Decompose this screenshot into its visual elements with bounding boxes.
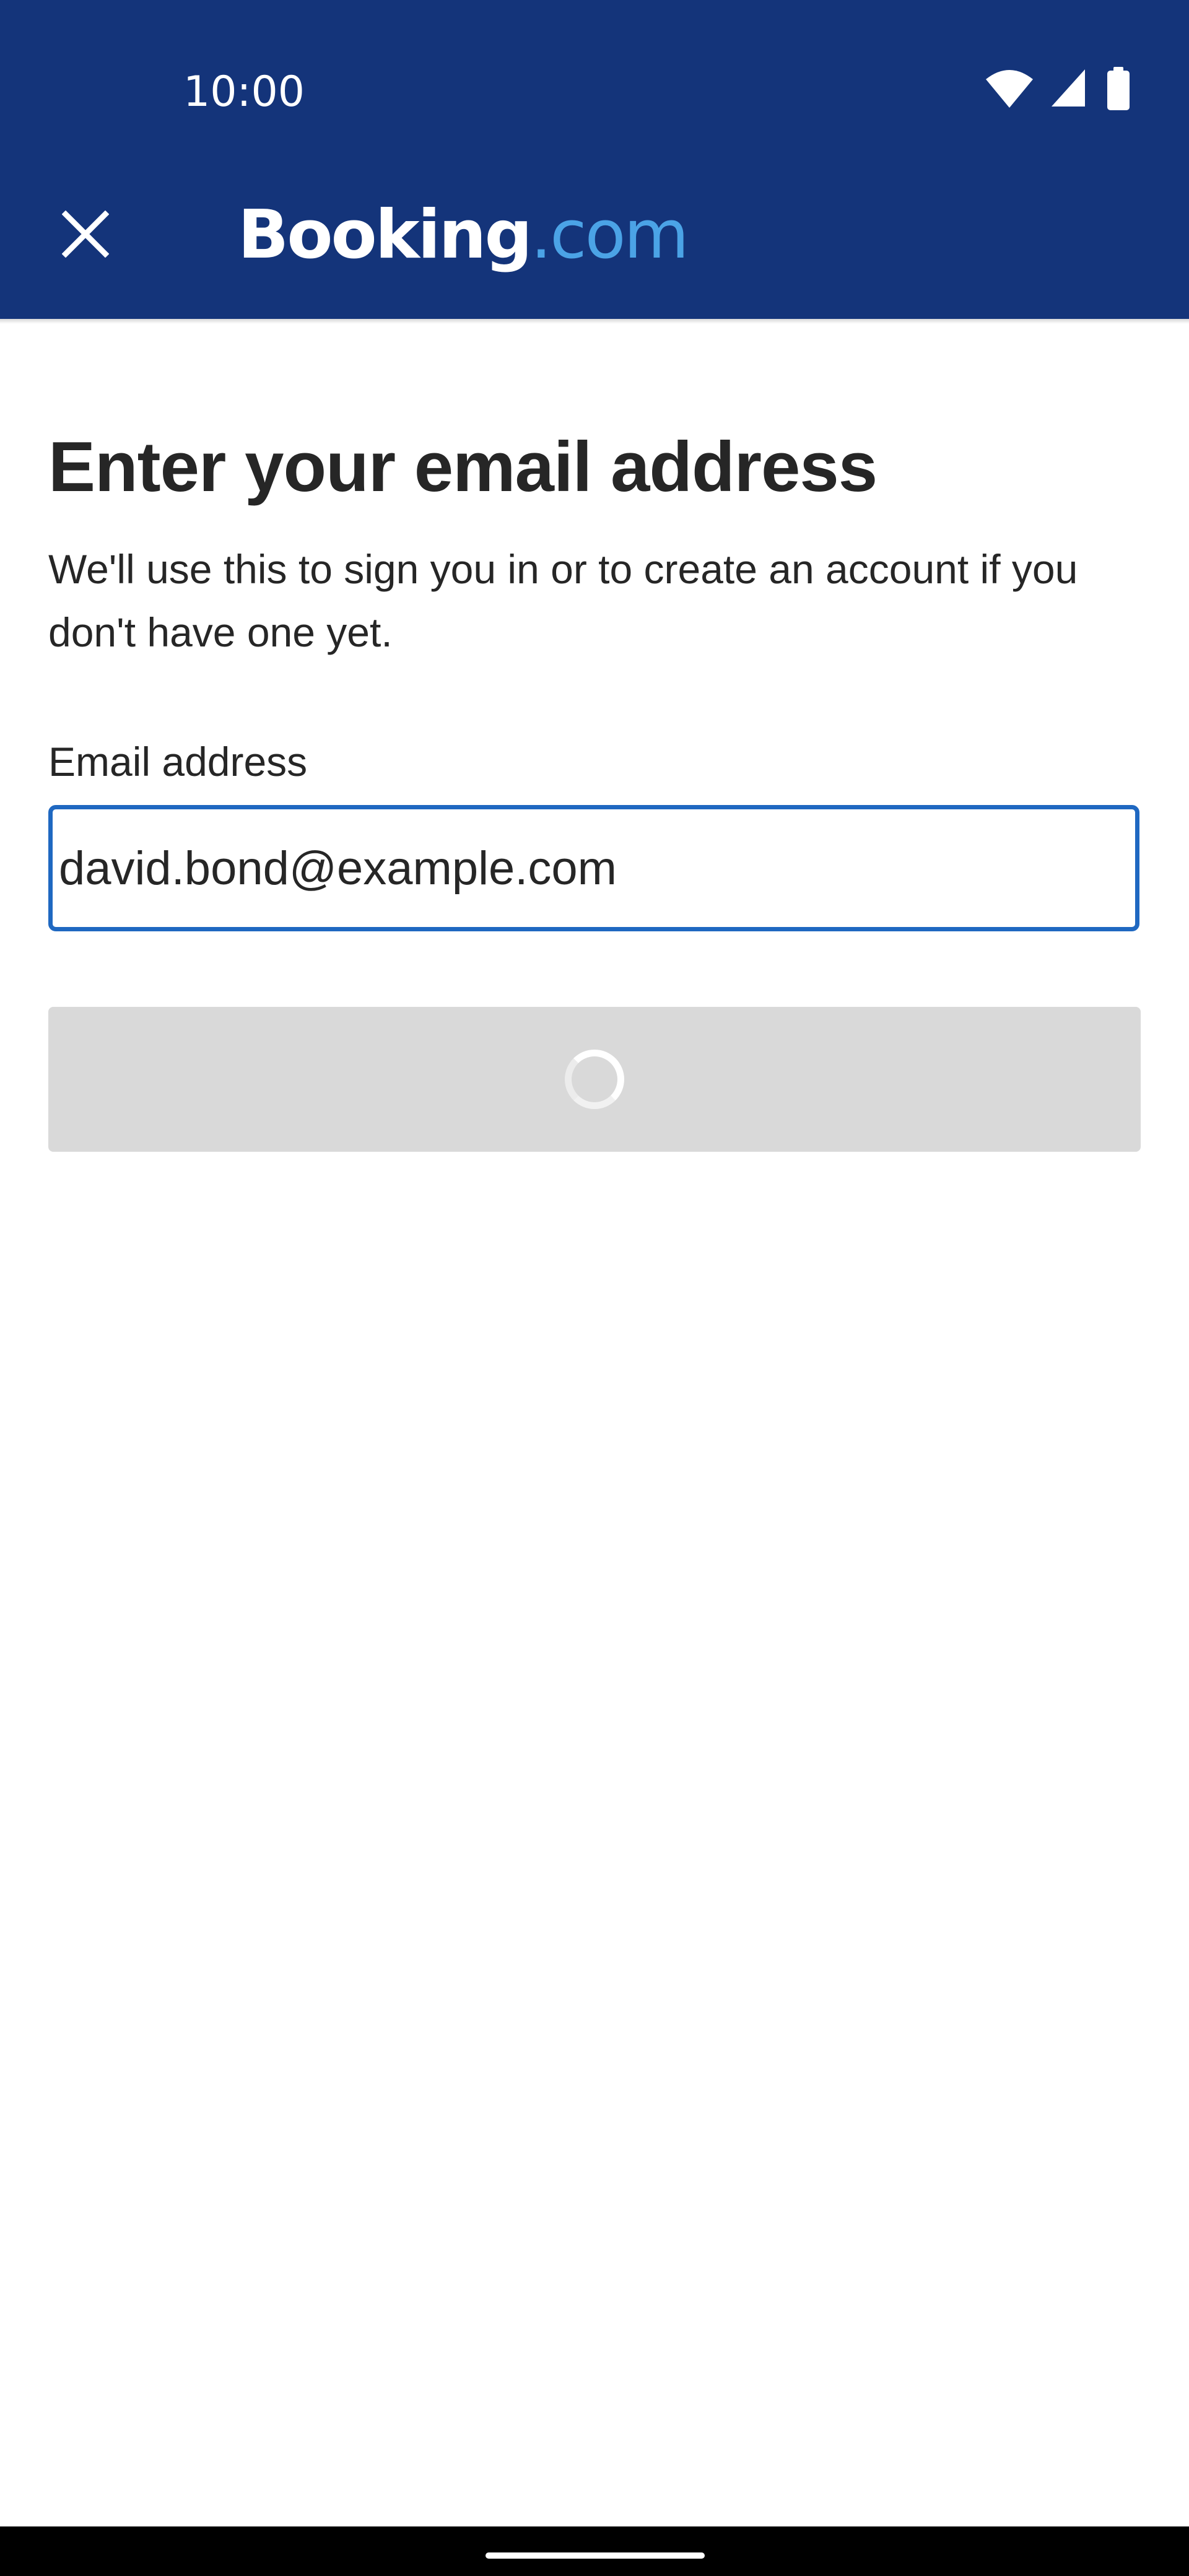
battery-icon <box>1107 67 1130 110</box>
continue-button[interactable] <box>48 1007 1141 1152</box>
brand-logo: Booking.com <box>238 192 689 279</box>
page-subtitle: We'll use this to sign you in or to crea… <box>48 546 1078 655</box>
status-time: 10:00 <box>183 67 305 116</box>
top-bar-shadow <box>0 319 1189 324</box>
brand-name: Booking <box>238 196 533 274</box>
wifi-icon <box>986 70 1033 108</box>
home-gesture-handle[interactable] <box>486 2552 705 2559</box>
close-button[interactable] <box>36 185 135 284</box>
loading-spinner-icon <box>565 1050 624 1109</box>
top-bar: 10:00 Booking.com <box>0 0 1189 319</box>
cell-signal-icon <box>1052 69 1085 107</box>
page-title: Enter your email address <box>48 428 878 507</box>
status-icons <box>985 67 1139 116</box>
email-label: Email address <box>48 739 308 785</box>
system-navigation-bar <box>0 2526 1189 2576</box>
brand-suffix: .com <box>530 196 689 274</box>
email-field[interactable] <box>48 805 1139 931</box>
close-icon <box>62 211 109 258</box>
